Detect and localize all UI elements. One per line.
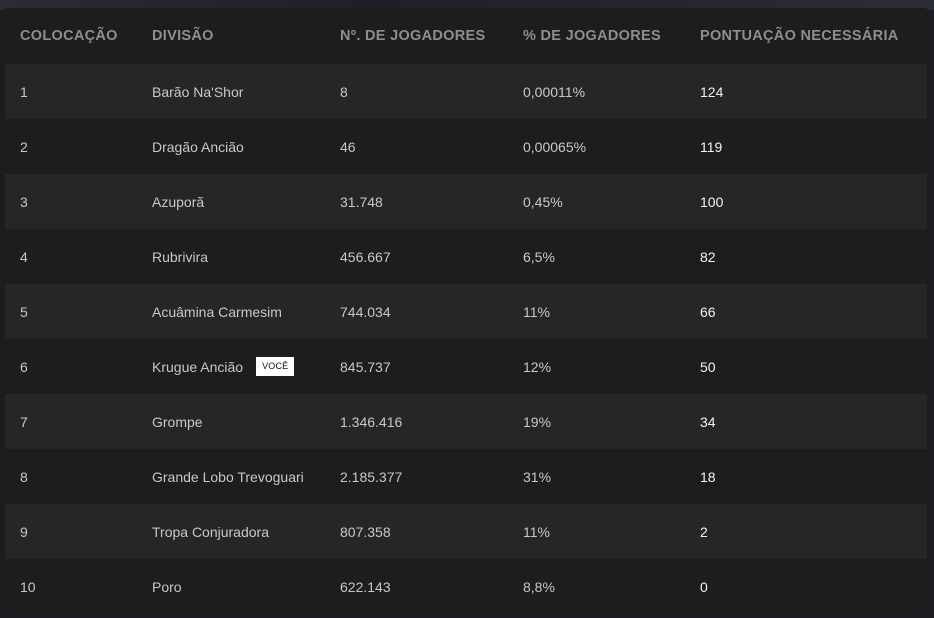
percent-cell: 0,00065%: [523, 138, 587, 155]
score-cell: 34: [700, 413, 716, 430]
division-cell: Tropa Conjuradora: [152, 523, 269, 540]
percent-cell: 12%: [523, 358, 552, 375]
players-cell: 807.358: [340, 523, 391, 540]
percent-cell: 19%: [523, 413, 552, 430]
percent-cell: 0,00011%: [523, 83, 586, 100]
players-cell: 31.748: [340, 193, 383, 210]
division-cell: Dragão Ancião: [152, 138, 244, 155]
rank-cell: 4: [20, 248, 28, 265]
score-cell: 124: [700, 83, 724, 100]
header-rank: COLOCAÇÃO: [20, 28, 118, 44]
score-cell: 18: [700, 468, 716, 485]
rank-cell: 9: [20, 523, 28, 540]
players-cell: 845.737: [340, 358, 391, 375]
players-cell: 456.667: [340, 248, 391, 265]
division-cell: Azuporã: [152, 193, 205, 210]
score-cell: 0: [700, 578, 708, 595]
score-cell: 119: [700, 138, 723, 155]
score-cell: 66: [700, 303, 716, 320]
division-cell: Grande Lobo Trevoguari: [152, 468, 304, 485]
players-cell: 46: [340, 138, 356, 155]
table-row-current-user: 6 Krugue Ancião VOCÊ 845.737 12% 50: [5, 339, 927, 394]
division-cell: Acuâmina Carmesim: [152, 303, 282, 320]
rank-cell: 7: [20, 413, 28, 430]
players-cell: 744.034: [340, 303, 391, 320]
players-cell: 622.143: [340, 578, 391, 595]
rank-cell: 5: [20, 303, 28, 320]
table-row: 9 Tropa Conjuradora 807.358 11% 2: [5, 504, 927, 559]
percent-cell: 31%: [523, 468, 552, 485]
table-row: 1 Barão Na'Shor 8 0,00011% 124: [5, 64, 927, 119]
percent-cell: 6,5%: [523, 248, 555, 265]
table-header: COLOCAÇÃO DIVISÃO Nº. DE JOGADORES % DE …: [5, 8, 927, 64]
table-row: 7 Grompe 1.346.416 19% 34: [5, 394, 927, 449]
players-cell: 2.185.377: [340, 468, 403, 485]
division-cell: Krugue Ancião VOCÊ: [152, 339, 295, 394]
rank-cell: 10: [20, 578, 36, 595]
header-division: DIVISÃO: [152, 28, 214, 44]
header-required-score: PONTUAÇÃO NECESSÁRIA: [700, 28, 899, 44]
score-cell: 82: [700, 248, 716, 265]
score-cell: 50: [700, 358, 716, 375]
rank-cell: 1: [20, 83, 28, 100]
division-cell: Rubrivira: [152, 248, 209, 265]
rank-cell: 8: [20, 468, 28, 485]
division-label: Krugue Ancião: [152, 358, 244, 375]
header-player-count: Nº. DE JOGADORES: [340, 28, 486, 44]
table-row: 3 Azuporã 31.748 0,45% 100: [5, 174, 927, 229]
rank-cell: 2: [20, 138, 28, 155]
table-row: 8 Grande Lobo Trevoguari 2.185.377 31% 1…: [5, 449, 927, 504]
percent-cell: 0,45%: [523, 193, 563, 210]
score-cell: 2: [700, 523, 708, 540]
table-row: 4 Rubrivira 456.667 6,5% 82: [5, 229, 927, 284]
players-cell: 1.346.416: [340, 413, 403, 430]
you-badge: VOCÊ: [256, 357, 295, 376]
percent-cell: 8,8%: [523, 578, 555, 595]
division-cell: Poro: [152, 578, 182, 595]
division-cell: Barão Na'Shor: [152, 83, 244, 100]
rank-cell: 3: [20, 193, 28, 210]
score-cell: 100: [700, 193, 724, 210]
percent-cell: 11%: [523, 303, 550, 320]
table-row: 5 Acuâmina Carmesim 744.034 11% 66: [5, 284, 927, 339]
division-cell: Grompe: [152, 413, 203, 430]
table-row: 2 Dragão Ancião 46 0,00065% 119: [5, 119, 927, 174]
table-row: 10 Poro 622.143 8,8% 0: [5, 559, 927, 614]
percent-cell: 11%: [523, 523, 550, 540]
players-cell: 8: [340, 83, 348, 100]
rank-cell: 6: [20, 358, 28, 375]
header-player-percent: % DE JOGADORES: [523, 28, 661, 44]
ranking-table: COLOCAÇÃO DIVISÃO Nº. DE JOGADORES % DE …: [5, 8, 927, 614]
